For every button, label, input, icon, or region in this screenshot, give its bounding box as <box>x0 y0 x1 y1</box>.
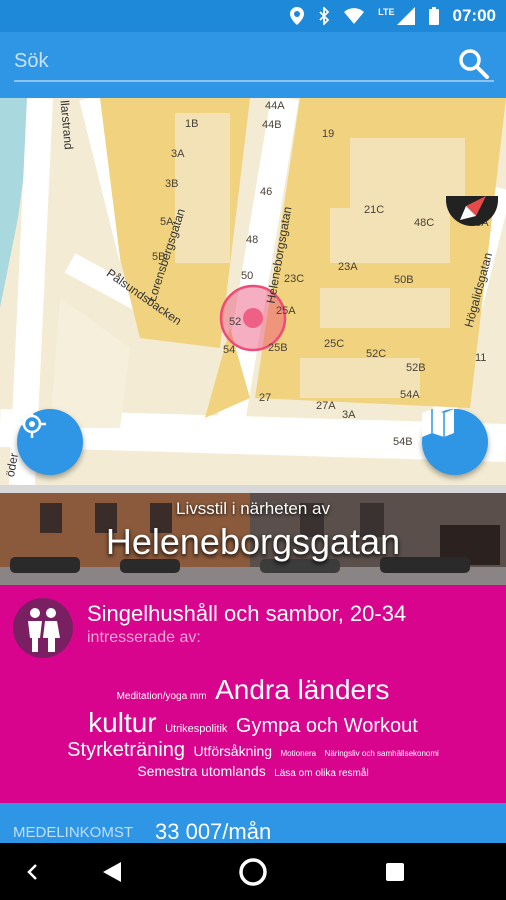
address-label: 46 <box>260 186 273 198</box>
wifi-icon <box>344 8 365 24</box>
address-label: 50 <box>241 270 254 282</box>
address-label: 25A <box>276 305 296 317</box>
back-triangle-icon <box>103 862 121 882</box>
address-label: 27 <box>259 392 272 404</box>
address-label: 11 <box>475 352 487 364</box>
interest-tag: Andra länders <box>215 674 390 705</box>
address-label: 54B <box>393 436 413 448</box>
segment-subtitle: intresserade av: <box>87 629 201 646</box>
interest-tag: Utrikespolitik <box>165 723 228 736</box>
couple-icon <box>28 608 60 652</box>
recents-square-icon <box>386 863 404 881</box>
compass-button[interactable] <box>446 196 498 226</box>
search-button[interactable] <box>456 46 492 82</box>
signal-icon <box>396 7 415 25</box>
chevron-left-icon <box>27 864 37 880</box>
crosshair-icon <box>18 410 46 438</box>
interest-tag: Näringsliv och samhällsekonomi <box>324 749 439 759</box>
map-layers-button[interactable] <box>422 409 488 475</box>
interest-cloud: Meditation/yoga mm Andra länders kultur … <box>0 673 506 782</box>
address-label: 5A <box>160 216 174 228</box>
app-bar <box>0 32 506 98</box>
address-label: 52 <box>229 316 242 328</box>
address-label: 1B <box>185 118 199 130</box>
income-bar: MEDELINKOMST 33 007/mån <box>0 803 506 844</box>
search-input[interactable] <box>14 42 494 82</box>
interest-tag: Läsa om olika resmål <box>274 767 369 779</box>
map-icon <box>422 409 454 437</box>
interest-tag: Motionera <box>280 749 317 759</box>
system-nav-bar <box>0 843 506 900</box>
address-label: 5B <box>152 251 166 263</box>
address-label: 27A <box>316 400 336 412</box>
interest-tag: Gympa och Workout <box>235 715 418 738</box>
network-type: LTE <box>378 7 395 17</box>
nav-home-back-button[interactable] <box>92 853 132 891</box>
segment-title: Singelhushåll och sambor, 20-34 <box>87 601 407 626</box>
interest-tag: Meditation/yoga mm <box>116 691 207 702</box>
interest-tag: Styrketräning <box>67 739 186 762</box>
address-label: 54 <box>223 344 236 356</box>
search-icon <box>459 49 489 79</box>
street-photo-banner: Livsstil i närheten av Heleneborgsgatan <box>0 485 506 585</box>
address-label: 52B <box>406 362 426 374</box>
income-value: 33 007/mån <box>155 819 272 844</box>
address-label: 3A <box>171 148 185 160</box>
bluetooth-icon <box>319 7 330 25</box>
my-location-button[interactable] <box>17 409 83 475</box>
address-label: 50B <box>394 274 414 286</box>
status-bar: LTE 07:00 <box>0 0 506 32</box>
address-label: 3A <box>342 409 356 421</box>
address-label: 23A <box>338 261 358 273</box>
address-label: 48C <box>414 217 435 229</box>
address-label: 19 <box>322 128 335 140</box>
battery-icon <box>428 7 439 25</box>
avatar <box>13 598 73 658</box>
compass-icon <box>460 196 486 220</box>
nav-recents-button[interactable] <box>375 853 415 891</box>
address-label: 3B <box>165 178 179 190</box>
banner-subtitle: Livsstil i närheten av <box>175 499 331 518</box>
location-icon <box>290 7 305 25</box>
home-circle-icon <box>239 858 267 886</box>
address-label: 44B <box>262 119 282 131</box>
income-label: MEDELINKOMST <box>13 824 134 841</box>
nav-home-button[interactable] <box>233 853 273 891</box>
status-time: 07:00 <box>452 6 496 25</box>
nav-back-button[interactable] <box>12 853 52 891</box>
interest-tag: kultur <box>88 707 157 739</box>
map-view[interactable]: Heleneborgsgatan Lorensbergsgatan Pålsun… <box>0 98 506 485</box>
address-label: 25B <box>268 342 288 354</box>
interest-tag: Semestra utomlands <box>137 762 266 779</box>
lifestyle-section: Singelhushåll och sambor, 20-34 intresse… <box>0 585 506 803</box>
address-label: 25C <box>324 338 345 350</box>
address-label: 44A <box>265 100 285 112</box>
interest-tag: Utförsåkning <box>193 743 273 760</box>
address-label: 23C <box>284 273 305 285</box>
address-label: 48 <box>246 234 259 246</box>
address-label: 54A <box>400 389 420 401</box>
address-label: 21C <box>364 204 385 216</box>
address-label: 52C <box>366 348 387 360</box>
banner-title: Heleneborgsgatan <box>105 521 401 562</box>
